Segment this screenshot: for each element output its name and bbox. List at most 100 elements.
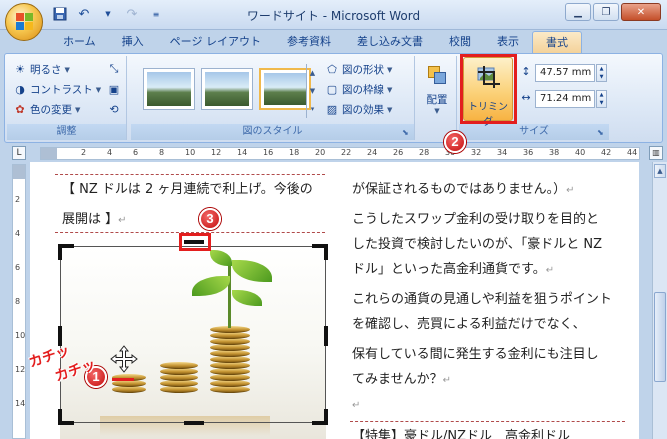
- brightness-button[interactable]: ☀ 明るさ ▼: [13, 62, 70, 77]
- crop-handle-bottom[interactable]: [184, 421, 204, 425]
- scroll-up-icon[interactable]: ▲: [654, 164, 666, 178]
- ruler-number: 10: [185, 148, 196, 157]
- width-icon: ↔: [521, 90, 531, 104]
- section-divider-right: [350, 421, 625, 422]
- ribbon: ☀ 明るさ ▼ ◑ コントラスト ▼ ✿ 色の変更 ▼ ⤡ ▣ ⟲ 調整 ▲ ▼…: [4, 53, 663, 143]
- contrast-button[interactable]: ◑ コントラスト ▼: [13, 82, 101, 97]
- body-line-5: これらの通貨の見通しや利益を狙うポイント: [352, 292, 612, 307]
- tab-review[interactable]: 校閲: [436, 31, 484, 53]
- ruler-number: 14: [15, 399, 26, 408]
- sun-icon: ☀: [15, 63, 25, 76]
- picture-effects-button[interactable]: ▨ 図の効果 ▼: [325, 102, 393, 117]
- group-label-picture-styles: 図のスタイル: [131, 124, 414, 140]
- restore-button[interactable]: ❐: [593, 3, 619, 21]
- effects-icon: ▨: [326, 103, 338, 116]
- ruler-number: 26: [393, 148, 404, 157]
- window-controls: ▁ ❐ ✕: [565, 3, 661, 21]
- empty-paragraph-mark: ↵: [352, 400, 361, 411]
- ruler-number: 24: [367, 148, 378, 157]
- compress-pictures-button[interactable]: ⤡: [107, 62, 121, 76]
- body-line-9: 【特集】豪ドル/NZドル 高金利ドル: [352, 429, 571, 439]
- tab-page-layout[interactable]: ページ レイアウト: [157, 31, 274, 53]
- ruler-number: 34: [497, 148, 508, 157]
- picture-style-3[interactable]: [259, 68, 311, 110]
- body-line-4: ドル」といった高金利通貨です。↵: [352, 262, 555, 277]
- tab-home[interactable]: ホーム: [50, 31, 109, 53]
- gallery-scroll[interactable]: ▲ ▼ ▾: [306, 64, 318, 118]
- height-field[interactable]: 47.57 mm: [535, 64, 595, 82]
- move-cursor-icon: [110, 345, 138, 373]
- picture-shape-button[interactable]: ⬠ 図の形状 ▼: [325, 62, 392, 77]
- ruler-number: 10: [15, 331, 26, 340]
- scroll-thumb[interactable]: [654, 292, 666, 382]
- ruler-number: 8: [15, 297, 21, 306]
- annotation-underline: [112, 378, 134, 381]
- crop-handle-right[interactable]: [324, 326, 328, 346]
- ruler-number: 38: [549, 148, 560, 157]
- crop-handle-bottom-left[interactable]: [58, 409, 62, 425]
- ruler-number: 4: [15, 229, 21, 238]
- ribbon-tabs: ホーム 挿入 ページ レイアウト 参考資料 差し込み文書 校閲 表示 書式: [50, 31, 582, 53]
- border-icon: ▢: [326, 83, 338, 96]
- shape-icon: ⬠: [327, 63, 337, 76]
- tab-selector-button[interactable]: L: [12, 146, 26, 160]
- vertical-ruler[interactable]: 2 4 6 8 10 12 14: [12, 164, 26, 439]
- ruler-number: 32: [471, 148, 482, 157]
- reset-picture-button[interactable]: ⟲: [107, 102, 121, 116]
- dropdown-caret-icon: ▼: [387, 105, 393, 114]
- picture-border-button[interactable]: ▢ 図の枠線 ▼: [325, 82, 393, 97]
- tab-insert[interactable]: 挿入: [109, 31, 157, 53]
- heading-line-1: 【 NZ ドルは 2 ヶ月連続で利上げ。今後の: [62, 182, 313, 197]
- body-line-7: 保有している間に発生する金利にも注目し: [352, 347, 599, 362]
- dialog-launcher-icon[interactable]: ⬊: [402, 128, 411, 137]
- dropdown-caret-icon: ▼: [64, 65, 70, 74]
- change-picture-icon: ▣: [108, 82, 120, 96]
- chevron-up-icon[interactable]: ▲: [307, 64, 318, 82]
- horizontal-ruler[interactable]: 2 4 6 8 10 12 14 16 18 20 22 24 26 28 30 32 34 36 38 40 42 44: [40, 147, 640, 160]
- group-picture-styles: ▲ ▼ ▾ ⬠ 図の形状 ▼ ▢ 図の枠線 ▼ ▨ 図の効果 ▼ 図のスタイル …: [131, 56, 415, 140]
- recolor-button[interactable]: ✿ 色の変更 ▼: [13, 102, 80, 117]
- height-spinner[interactable]: ▲ ▼: [596, 64, 607, 82]
- position-button[interactable]: 配置 ▼: [421, 64, 453, 115]
- minimize-button[interactable]: ▁: [565, 3, 591, 21]
- tab-mailings[interactable]: 差し込み文書: [344, 31, 436, 53]
- tab-view[interactable]: 表示: [484, 31, 532, 53]
- tab-references[interactable]: 参考資料: [274, 31, 344, 53]
- view-ruler-button[interactable]: ▥: [649, 146, 663, 160]
- close-button[interactable]: ✕: [621, 3, 661, 21]
- change-picture-button[interactable]: ▣: [107, 82, 121, 96]
- ruler-number: 28: [419, 148, 430, 157]
- ruler-number: 2: [81, 148, 87, 157]
- crop-handle-bottom-right[interactable]: [324, 409, 328, 425]
- chevron-down-icon[interactable]: ▼: [307, 82, 318, 100]
- body-line-6: を確認し、売買による利益だけでなく、: [352, 317, 586, 332]
- dropdown-caret-icon: ▼: [75, 105, 81, 114]
- group-arrange: 配置 ▼: [417, 56, 457, 140]
- office-logo-icon: [16, 13, 34, 31]
- crop-handle-top-left[interactable]: [58, 244, 62, 260]
- ruler-number: 12: [211, 148, 222, 157]
- tab-format[interactable]: 書式: [531, 31, 582, 53]
- body-line-2: こうしたスワップ金利の受け取りを目的と: [352, 212, 600, 227]
- width-spinner[interactable]: ▲ ▼: [596, 90, 607, 108]
- picture-style-2[interactable]: [201, 68, 253, 110]
- office-button[interactable]: [5, 3, 43, 41]
- ruler-number: 6: [15, 263, 21, 272]
- ruler-number: 44: [627, 148, 638, 157]
- group-label-adjust: 調整: [7, 124, 126, 140]
- ruler-number: 8: [159, 148, 165, 157]
- gallery-more-icon[interactable]: ▾: [307, 100, 318, 118]
- body-line-8: てみませんか？↵: [352, 372, 452, 387]
- crop-handle-top-right[interactable]: [324, 244, 328, 260]
- callout-badge-2: 2: [444, 131, 466, 153]
- dropdown-caret-icon: ▼: [95, 85, 102, 94]
- ruler-number: 14: [237, 148, 248, 157]
- width-field[interactable]: 71.24 mm: [535, 90, 595, 108]
- compress-icon: ⤡: [109, 62, 119, 75]
- picture-style-1[interactable]: [143, 68, 195, 110]
- dialog-launcher-icon[interactable]: ⬊: [597, 128, 606, 137]
- contrast-icon: ◑: [15, 83, 25, 96]
- vertical-scrollbar[interactable]: ▲: [652, 162, 667, 439]
- dropdown-caret-icon: ▼: [387, 85, 393, 94]
- body-line-1: が保証されるものではありません。）↵: [352, 182, 575, 197]
